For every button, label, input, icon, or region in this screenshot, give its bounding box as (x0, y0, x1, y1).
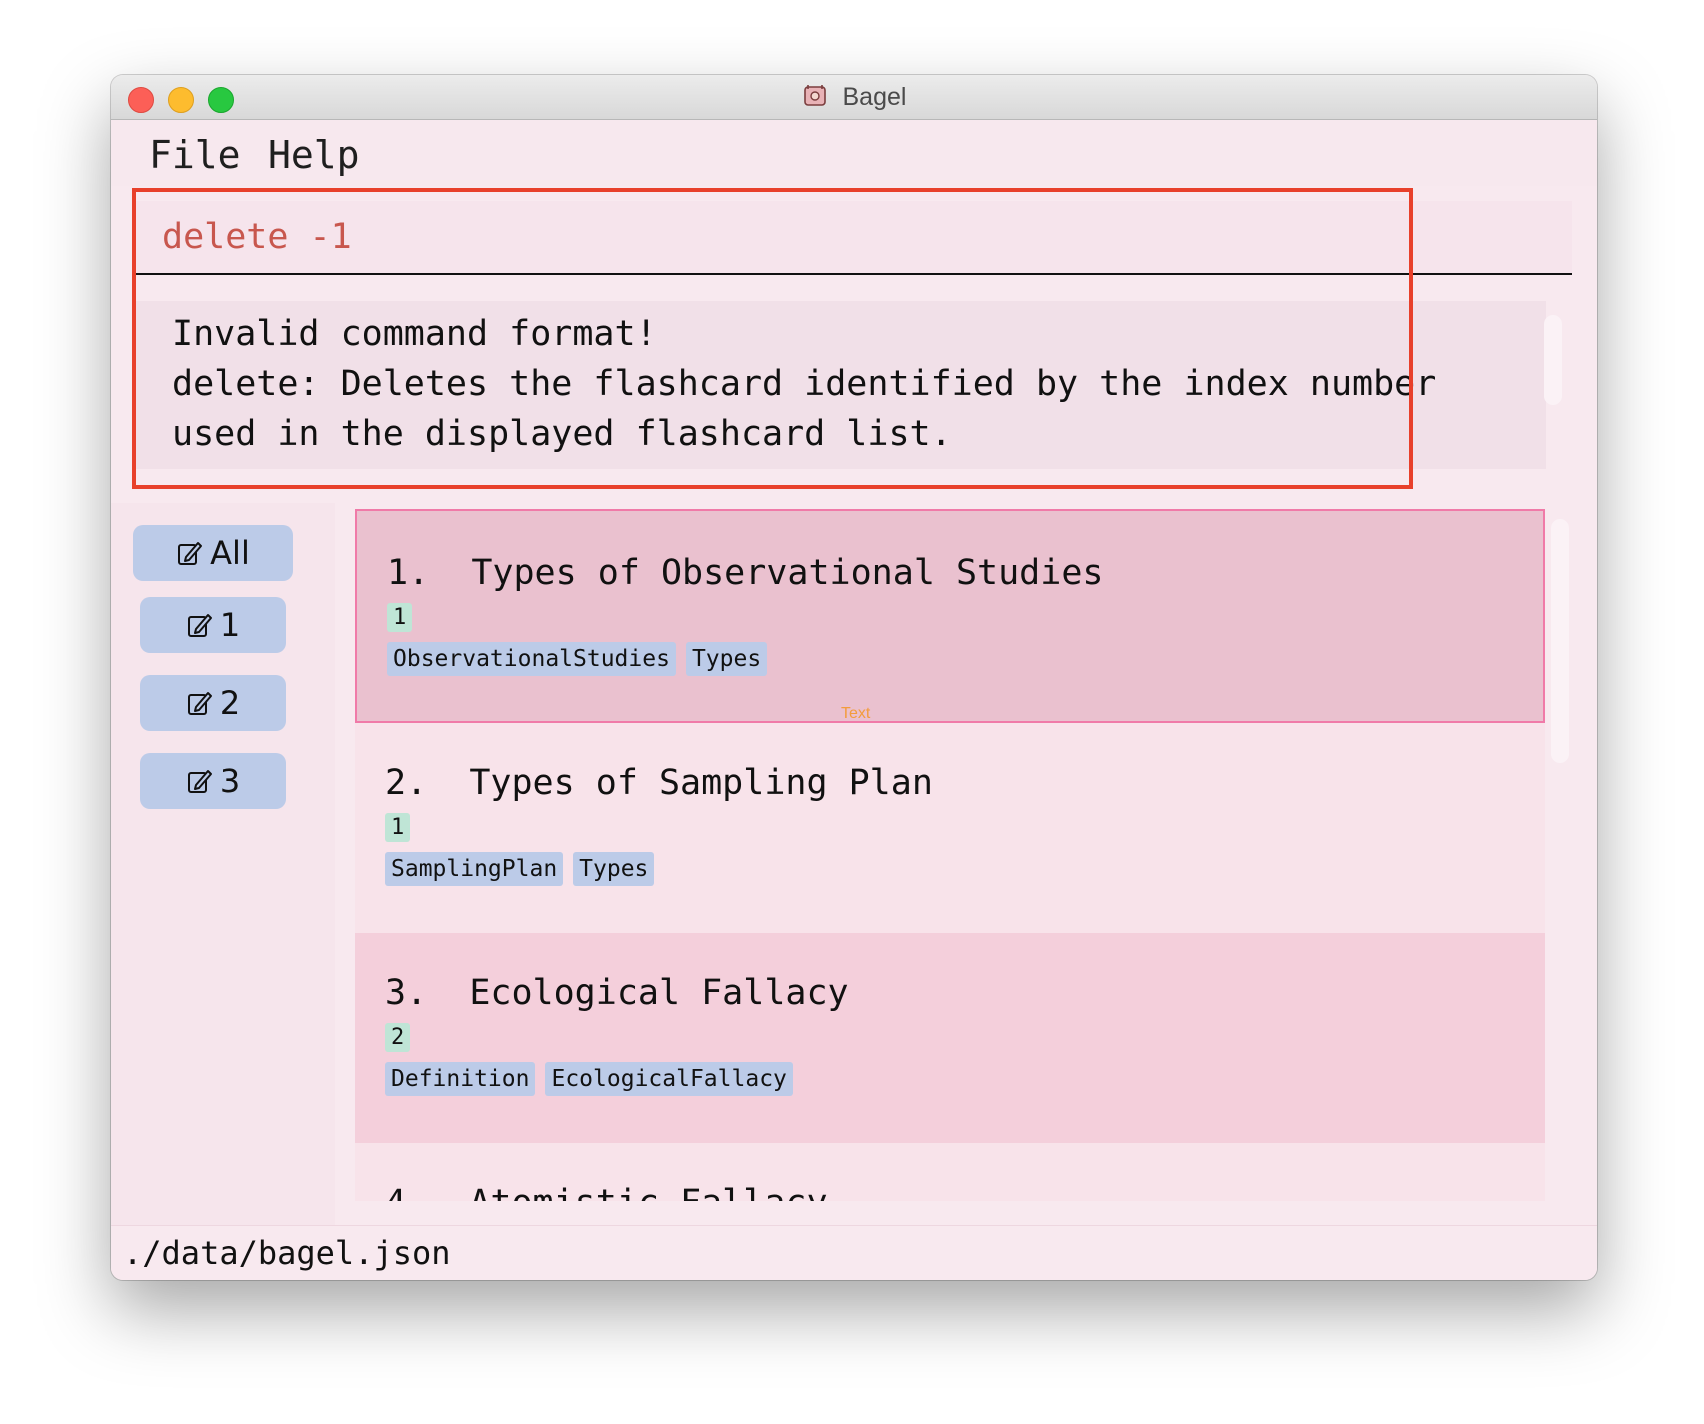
flashcard-list-scrollbar[interactable] (1551, 519, 1569, 763)
flashcard-item[interactable]: 4. Atomistic Fallacy (355, 1143, 1545, 1201)
flashcard-title: Types of Sampling Plan (469, 763, 933, 803)
flashcard-title-row: 3. Ecological Fallacy (385, 973, 1515, 1013)
window-title: Bagel (842, 83, 907, 111)
flashcard-item[interactable]: 2. Types of Sampling Plan 1 SamplingPlan… (355, 723, 1545, 933)
tag-label: SamplingPlan (385, 852, 564, 886)
flashcard-index: 2. (385, 763, 428, 803)
menu-file[interactable]: File (149, 133, 241, 177)
result-scrollbar[interactable] (1544, 315, 1562, 405)
edit-icon (187, 692, 212, 715)
menu-bar: File Help (111, 120, 1597, 186)
tag-label: EcologicalFallacy (545, 1062, 793, 1096)
sidebar-button-label: 3 (219, 762, 241, 800)
sidebar-button-set-3[interactable]: 3 (140, 753, 286, 809)
edit-icon (178, 542, 203, 565)
result-display: Invalid command format! delete: Deletes … (136, 301, 1546, 469)
flashcard-index: 4. (385, 1183, 427, 1201)
status-bar: ./data/bagel.json (111, 1225, 1597, 1280)
flashcard-title-row: 2. Types of Sampling Plan (385, 763, 1515, 803)
command-input[interactable] (160, 213, 1544, 261)
bagel-app-icon (803, 85, 826, 106)
edit-icon (187, 770, 212, 793)
flashcard-title-row: 4. Atomistic Fallacy (385, 1183, 1515, 1201)
sidebar-button-set-2[interactable]: 2 (140, 675, 286, 731)
flashcard-list: 1. Types of Observational Studies 1 Obse… (355, 509, 1545, 1201)
sidebar-button-label: All (210, 534, 250, 572)
flashcard-set-badge: 1 (387, 603, 413, 632)
flashcard-tags: SamplingPlan Types (385, 852, 1515, 886)
data-file-path: ./data/bagel.json (123, 1234, 451, 1272)
sidebar-button-label: 1 (219, 606, 241, 644)
tag-label: Types (685, 642, 768, 676)
flashcard-tags: ObservationalStudies Types (387, 642, 1513, 676)
flashcard-title-row: 1. Types of Observational Studies (387, 553, 1513, 593)
text-marker-label: Text (841, 705, 871, 722)
menu-help[interactable]: Help (268, 133, 360, 177)
result-message: Invalid command format! delete: Deletes … (172, 314, 1437, 454)
flashcard-title: Atomistic Fallacy (469, 1183, 827, 1201)
flashcard-title: Types of Observational Studies (471, 553, 1104, 593)
title-bar[interactable]: Bagel (111, 75, 1597, 120)
tag-label: Types (573, 852, 655, 886)
sidebar-button-label: 2 (219, 684, 241, 722)
command-box (136, 201, 1572, 275)
flashcard-set-badge: 2 (385, 1023, 411, 1052)
flashcard-set-badge: 1 (385, 813, 411, 842)
app-window: Bagel File Help Invalid command format! … (111, 75, 1597, 1280)
window-title-group: Bagel (111, 83, 1597, 112)
flashcard-index: 1. (387, 553, 430, 593)
flashcard-item[interactable]: 1. Types of Observational Studies 1 Obse… (355, 509, 1545, 723)
edit-icon (187, 614, 212, 637)
tag-label: Definition (385, 1062, 536, 1096)
flashcard-item[interactable]: 3. Ecological Fallacy 2 Definition Ecolog… (355, 933, 1545, 1143)
sidebar: All 1 2 3 (111, 503, 335, 1231)
flashcard-title: Ecological Fallacy (469, 973, 849, 1013)
sidebar-button-set-1[interactable]: 1 (140, 597, 286, 653)
tag-label: ObservationalStudies (387, 642, 676, 676)
flashcard-index: 3. (385, 973, 428, 1013)
flashcard-tags: Definition EcologicalFallacy (385, 1062, 1515, 1096)
sidebar-button-all[interactable]: All (133, 525, 293, 581)
